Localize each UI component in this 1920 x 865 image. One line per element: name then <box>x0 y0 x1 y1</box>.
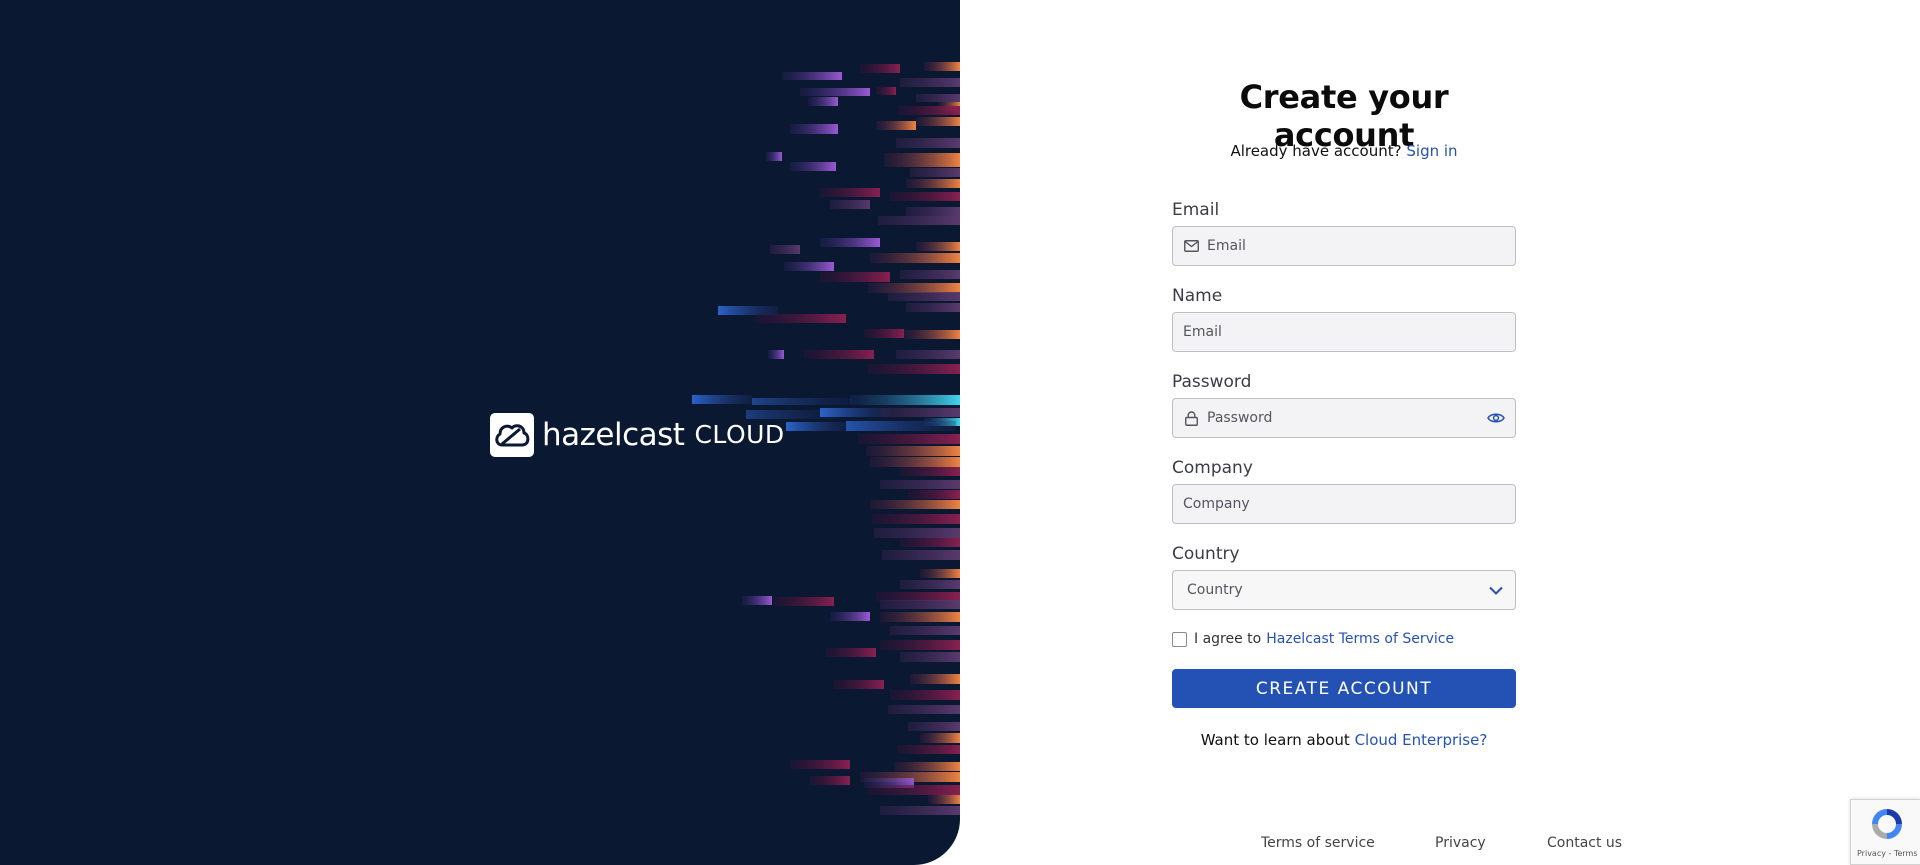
cloud-enterprise-link[interactable]: Cloud Enterprise? <box>1355 731 1488 749</box>
chevron-down-icon <box>1487 581 1505 599</box>
recaptcha-text: Privacy - Terms <box>1857 849 1918 858</box>
footer-terms-link[interactable]: Terms of service <box>1261 835 1375 851</box>
decorative-streaks <box>692 62 960 815</box>
brand-panel: hazelcast CLOUD <box>0 0 960 865</box>
hazelcast-cloud-logo: hazelcast CLOUD <box>490 413 785 457</box>
email-field[interactable]: Email <box>1172 226 1516 266</box>
country-select[interactable]: Country <box>1172 570 1516 610</box>
password-placeholder: Password <box>1207 410 1273 426</box>
company-placeholder: Company <box>1183 496 1250 512</box>
name-field[interactable]: Email <box>1172 312 1516 352</box>
signin-prompt: Already have account? <box>1230 142 1402 160</box>
country-label: Country <box>1172 544 1240 564</box>
learn-more-line: Want to learn about Cloud Enterprise? <box>1172 731 1516 749</box>
name-placeholder: Email <box>1183 324 1222 340</box>
eye-icon[interactable] <box>1487 409 1505 427</box>
signin-link[interactable]: Sign in <box>1406 142 1457 160</box>
recaptcha-badge[interactable]: Privacy - Terms <box>1850 799 1920 865</box>
agree-text: I agree to <box>1194 631 1262 647</box>
logo-product: CLOUD <box>694 420 785 449</box>
password-field[interactable]: Password <box>1172 398 1516 438</box>
terms-checkbox[interactable] <box>1172 631 1187 647</box>
lock-icon <box>1183 410 1199 426</box>
signup-page: hazelcast CLOUD Create your account Alre… <box>0 0 1920 865</box>
email-label: Email <box>1172 200 1220 220</box>
create-account-button[interactable]: CREATE ACCOUNT <box>1172 669 1516 708</box>
recaptcha-icon <box>1869 806 1905 842</box>
footer-contact-link[interactable]: Contact us <box>1547 835 1622 851</box>
company-field[interactable]: Company <box>1172 484 1516 524</box>
footer: Terms of service Privacy Contact us <box>0 835 1920 855</box>
learn-prompt: Want to learn about <box>1200 731 1350 749</box>
signin-prompt-line: Already have account? Sign in <box>1172 142 1516 160</box>
terms-agreement: I agree to Hazelcast Terms of Service <box>1172 630 1454 648</box>
mail-icon <box>1183 238 1199 254</box>
hazelcast-logo-icon <box>490 413 534 457</box>
company-label: Company <box>1172 458 1253 478</box>
email-placeholder: Email <box>1207 238 1246 254</box>
logo-wordmark: hazelcast <box>542 417 685 453</box>
password-label: Password <box>1172 372 1252 392</box>
footer-privacy-link[interactable]: Privacy <box>1435 835 1486 851</box>
terms-link[interactable]: Hazelcast Terms of Service <box>1266 631 1454 647</box>
name-label: Name <box>1172 286 1223 306</box>
country-selected: Country <box>1187 582 1243 598</box>
